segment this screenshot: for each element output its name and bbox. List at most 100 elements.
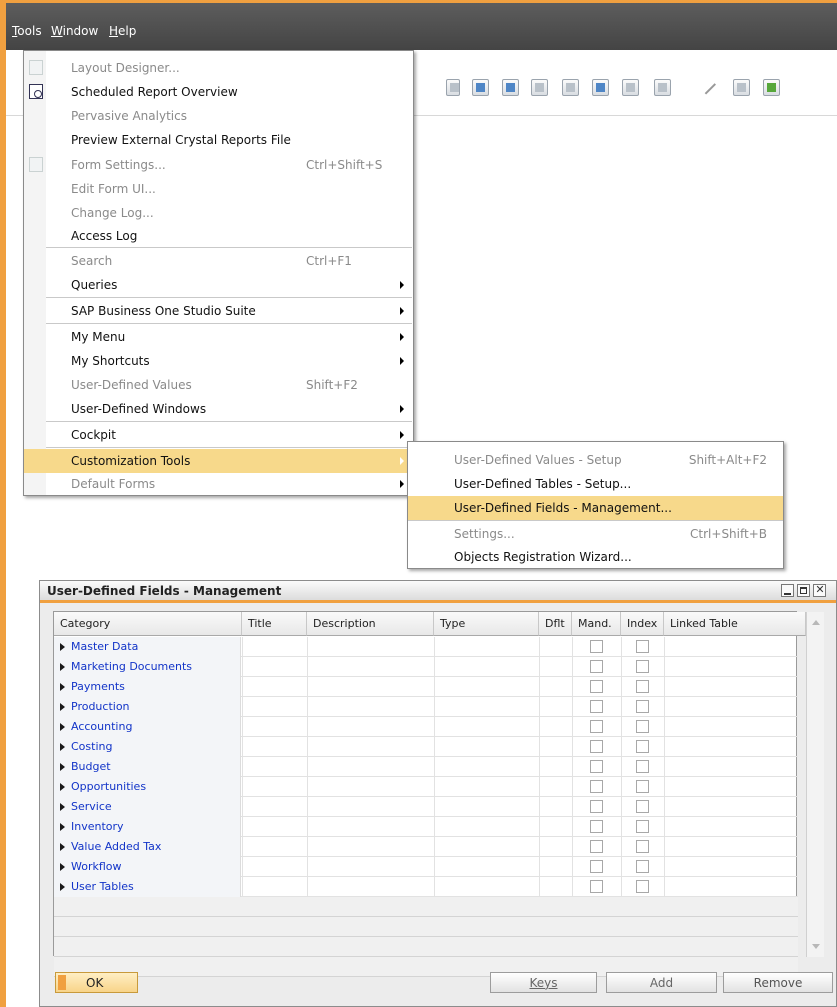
index-checkbox[interactable] (636, 760, 649, 773)
category-cell[interactable]: User Tables (54, 877, 241, 897)
table-row[interactable]: Inventory (54, 817, 798, 837)
database-icon[interactable] (763, 79, 780, 96)
menu-item-change-log[interactable]: Change Log... (24, 201, 413, 225)
mandatory-checkbox[interactable] (590, 840, 603, 853)
column-header-description[interactable]: Description (307, 612, 434, 636)
menu-item-layout-designer[interactable]: Layout Designer... (24, 56, 413, 80)
menu-item-queries[interactable]: Queries (24, 273, 413, 297)
column-header-title[interactable]: Title (242, 612, 307, 636)
expand-arrow-icon[interactable] (60, 763, 65, 771)
index-checkbox[interactable] (636, 800, 649, 813)
index-checkbox[interactable] (636, 720, 649, 733)
mandatory-checkbox[interactable] (590, 800, 603, 813)
category-cell[interactable]: Master Data (54, 637, 241, 657)
menu-item-udv-setup[interactable]: User-Defined Values - Setup Shift+Alt+F2 (408, 448, 783, 472)
mandatory-checkbox[interactable] (590, 720, 603, 733)
keys-button[interactable]: Keys (490, 972, 597, 993)
index-checkbox[interactable] (636, 840, 649, 853)
expand-arrow-icon[interactable] (60, 663, 65, 671)
find-icon[interactable] (654, 79, 671, 96)
category-cell[interactable]: Costing (54, 737, 241, 757)
menu-item-udf-management[interactable]: User-Defined Fields - Management... (408, 496, 783, 520)
table-row[interactable]: Costing (54, 737, 798, 757)
category-cell[interactable]: Payments (54, 677, 241, 697)
expand-arrow-icon[interactable] (60, 843, 65, 851)
last-record-icon[interactable] (562, 79, 579, 96)
menu-item-cockpit[interactable]: Cockpit (24, 423, 413, 447)
table-row[interactable]: Workflow (54, 857, 798, 877)
table-row[interactable]: Payments (54, 677, 798, 697)
menu-item-search[interactable]: Search Ctrl+F1 (24, 249, 413, 273)
category-cell[interactable]: Accounting (54, 717, 241, 737)
menu-item-user-defined-values[interactable]: User-Defined Values Shift+F2 (24, 373, 413, 397)
table-row[interactable]: Opportunities (54, 777, 798, 797)
scroll-up-icon[interactable] (812, 620, 820, 625)
table-row[interactable]: Production (54, 697, 798, 717)
mandatory-checkbox[interactable] (590, 660, 603, 673)
menu-item-access-log[interactable]: Access Log (24, 224, 413, 248)
mandatory-checkbox[interactable] (590, 820, 603, 833)
next-record-icon[interactable] (502, 79, 519, 96)
window-titlebar[interactable]: User-Defined Fields - Management ✕ (40, 581, 836, 603)
menu-item-settings[interactable]: Settings... Ctrl+Shift+B (408, 522, 783, 546)
category-cell[interactable]: Service (54, 797, 241, 817)
menu-item-preview-crystal[interactable]: Preview External Crystal Reports File (24, 128, 413, 152)
close-icon[interactable]: ✕ (813, 583, 826, 597)
pen-icon[interactable] (702, 79, 719, 96)
menu-item-udt-setup[interactable]: User-Defined Tables - Setup... (408, 472, 783, 496)
menu-tools[interactable]: Tools (12, 24, 42, 38)
index-checkbox[interactable] (636, 640, 649, 653)
expand-arrow-icon[interactable] (60, 823, 65, 831)
menu-help[interactable]: Help (109, 24, 136, 38)
expand-arrow-icon[interactable] (60, 803, 65, 811)
category-cell[interactable]: Marketing Documents (54, 657, 241, 677)
category-cell[interactable]: Workflow (54, 857, 241, 877)
column-header-mandatory[interactable]: Mand. (572, 612, 621, 636)
mandatory-checkbox[interactable] (590, 740, 603, 753)
category-cell[interactable]: Value Added Tax (54, 837, 241, 857)
minimize-icon[interactable] (781, 584, 794, 597)
category-cell[interactable]: Opportunities (54, 777, 241, 797)
ok-button[interactable]: OK (55, 972, 138, 993)
expand-arrow-icon[interactable] (60, 703, 65, 711)
mandatory-checkbox[interactable] (590, 700, 603, 713)
column-header-default[interactable]: Dflt (539, 612, 572, 636)
menu-item-my-shortcuts[interactable]: My Shortcuts (24, 349, 413, 373)
table-row[interactable]: Budget (54, 757, 798, 777)
index-checkbox[interactable] (636, 660, 649, 673)
menu-item-default-forms[interactable]: Default Forms (24, 472, 413, 496)
add-button[interactable]: Add (606, 972, 717, 993)
maximize-icon[interactable] (797, 584, 810, 597)
expand-arrow-icon[interactable] (60, 683, 65, 691)
menu-window[interactable]: Window (51, 24, 98, 38)
index-checkbox[interactable] (636, 680, 649, 693)
table-row[interactable]: Marketing Documents (54, 657, 798, 677)
table-row[interactable]: Value Added Tax (54, 837, 798, 857)
expand-arrow-icon[interactable] (60, 743, 65, 751)
mandatory-checkbox[interactable] (590, 860, 603, 873)
category-cell[interactable]: Inventory (54, 817, 241, 837)
expand-arrow-icon[interactable] (60, 783, 65, 791)
mandatory-checkbox[interactable] (590, 640, 603, 653)
menu-item-customization-tools[interactable]: Customization Tools (24, 449, 413, 473)
previous-record-icon[interactable] (531, 79, 548, 96)
scroll-down-icon[interactable] (812, 944, 820, 949)
mandatory-checkbox[interactable] (590, 880, 603, 893)
expand-arrow-icon[interactable] (60, 723, 65, 731)
expand-arrow-icon[interactable] (60, 863, 65, 871)
menu-item-studio-suite[interactable]: SAP Business One Studio Suite (24, 299, 413, 323)
menu-item-scheduled-report-overview[interactable]: Scheduled Report Overview (24, 80, 413, 104)
gross-profit-icon[interactable] (622, 79, 639, 96)
layout-icon[interactable] (592, 79, 609, 96)
remove-button[interactable]: Remove (723, 972, 833, 993)
form-settings-icon[interactable] (733, 79, 750, 96)
index-checkbox[interactable] (636, 860, 649, 873)
column-header-linked-table[interactable]: Linked Table (664, 612, 806, 636)
menu-item-form-settings[interactable]: Form Settings... Ctrl+Shift+S (24, 153, 413, 177)
first-record-icon[interactable] (472, 79, 489, 96)
column-header-index[interactable]: Index (621, 612, 664, 636)
category-cell[interactable]: Production (54, 697, 241, 717)
index-checkbox[interactable] (636, 740, 649, 753)
menu-item-edit-form-ui[interactable]: Edit Form UI... (24, 177, 413, 201)
table-row[interactable]: Accounting (54, 717, 798, 737)
